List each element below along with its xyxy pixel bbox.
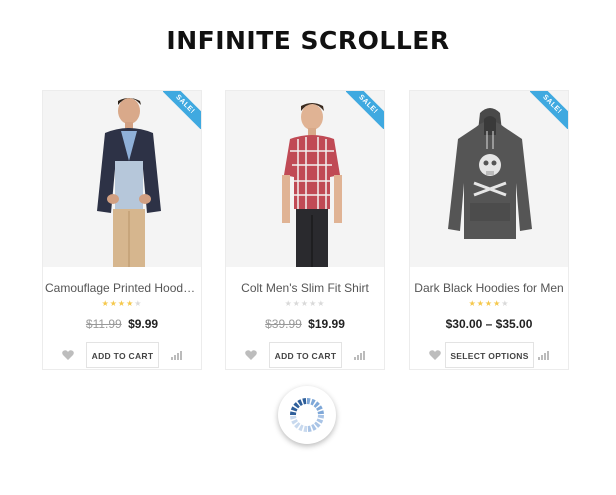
sale-badge-label: SALE! [163,91,201,129]
old-price: $39.99 [265,317,302,331]
product-image[interactable]: SALE! [43,91,201,267]
add-to-cart-button[interactable]: ADD TO CART [86,342,159,368]
heart-icon[interactable] [245,349,257,361]
sale-price: $19.99 [308,317,345,331]
product-image[interactable]: SALE! [410,91,568,267]
product-card: SALE! Dark Black Hoodies for Men ★★★★★ $… [409,90,569,370]
rating-stars: ★★★★★ [468,299,510,308]
sale-badge: SALE! [530,91,568,129]
sale-badge-label: SALE! [530,91,568,129]
product-grid: SALE! Camouflage Printed Hooded ... ★★★★… [42,90,572,372]
compare-icon[interactable] [354,351,365,360]
product-actions: ADD TO CART [43,341,201,369]
product-image[interactable]: SALE! [226,91,384,267]
sale-price: $9.99 [128,317,159,331]
loading-spinner [278,386,336,444]
sale-badge-label: SALE! [346,91,384,129]
product-card: SALE! Colt Men's Slim Fit Shirt ★★★★★ $3… [225,90,385,370]
product-actions: ADD TO CART [226,341,384,369]
add-to-cart-button[interactable]: ADD TO CART [269,342,342,368]
spinner-icon [290,398,324,432]
rating-stars: ★★★★★ [284,299,326,308]
old-price: $11.99 [85,317,122,331]
product-card: SALE! Camouflage Printed Hooded ... ★★★★… [42,90,202,370]
sale-price: $30.00 – $35.00 [445,317,533,331]
product-name[interactable]: Dark Black Hoodies for Men [410,281,568,295]
compare-icon[interactable] [171,351,182,360]
page-title: INFINITE SCROLLER [166,26,450,55]
sale-badge: SALE! [346,91,384,129]
heart-icon[interactable] [62,349,74,361]
product-price: $39.99 $19.99 [226,317,384,331]
product-name[interactable]: Colt Men's Slim Fit Shirt [226,281,384,295]
compare-icon[interactable] [538,351,549,360]
rating-stars: ★★★★★ [101,299,143,308]
heart-icon[interactable] [429,349,441,361]
product-price: $30.00 – $35.00 [410,317,568,331]
sale-badge: SALE! [163,91,201,129]
product-actions: SELECT OPTIONS [410,341,568,369]
select-options-button[interactable]: SELECT OPTIONS [445,342,534,368]
product-name[interactable]: Camouflage Printed Hooded ... [43,281,201,295]
product-price: $11.99 $9.99 [43,317,201,331]
